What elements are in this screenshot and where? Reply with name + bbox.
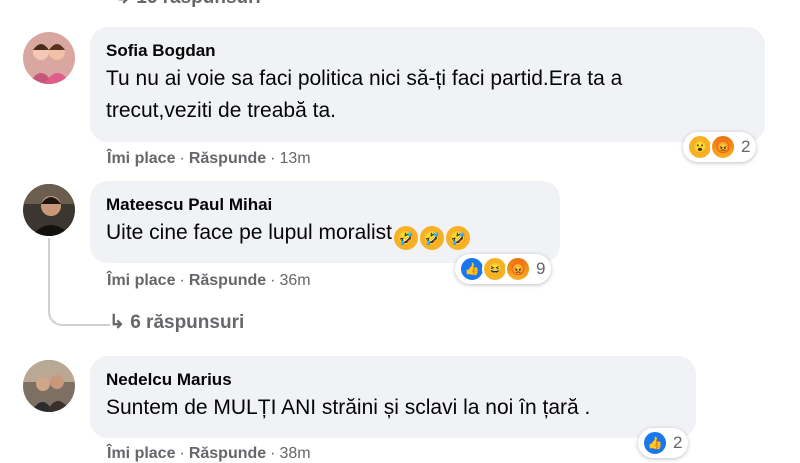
replies-label: 16 răspunsuri	[136, 0, 261, 8]
comment-bubble: Mateescu Paul Mihai Uite cine face pe lu…	[90, 181, 560, 263]
comment-actions: Îmi place · Răspunde · 38m	[107, 445, 311, 462]
reply-link[interactable]: Răspunde	[189, 272, 266, 289]
angry-reaction-icon: 😡	[505, 256, 531, 282]
reaction-summary[interactable]: 👍 2	[638, 428, 689, 458]
like-reaction-icon: 👍	[642, 430, 668, 456]
comment-text: Suntem de MULȚI ANI străini și sclavi la…	[106, 396, 591, 419]
comment-author[interactable]: Nedelcu Marius	[106, 370, 680, 390]
comment-author[interactable]: Sofia Bogdan	[106, 41, 749, 61]
comment-actions: Îmi place · Răspunde · 13m	[107, 150, 311, 167]
reaction-count: 2	[673, 433, 683, 452]
reaction-count: 9	[536, 259, 546, 278]
reply-link[interactable]: Răspunde	[189, 445, 266, 462]
reaction-summary[interactable]: 👍 😆 😡 9	[455, 254, 552, 284]
comment-bubble: Sofia Bogdan Tu nu ai voie sa faci polit…	[90, 27, 765, 142]
rofl-emoji-icon: 🤣	[419, 226, 444, 250]
reply-link[interactable]: Răspunde	[189, 150, 266, 167]
avatar[interactable]	[23, 360, 75, 412]
comment-author[interactable]: Mateescu Paul Mihai	[106, 195, 544, 215]
like-link[interactable]: Îmi place	[107, 150, 175, 167]
reaction-count: 2	[741, 137, 751, 156]
like-link[interactable]: Îmi place	[107, 272, 175, 289]
rofl-emoji-icon: 🤣	[445, 226, 470, 250]
replies-label: 6 răspunsuri	[130, 312, 245, 333]
timestamp[interactable]: 38m	[279, 445, 310, 462]
comment-text: Tu nu ai voie sa faci politica nici să-ț…	[106, 67, 623, 122]
reply-arrow-icon: ↳	[109, 312, 125, 333]
rofl-emoji-icon: 🤣	[393, 226, 418, 250]
avatar[interactable]	[23, 32, 75, 84]
like-link[interactable]: Îmi place	[107, 445, 175, 462]
timestamp[interactable]: 36m	[279, 272, 310, 289]
comment-text: Uite cine face pe lupul moralist 🤣 🤣 🤣	[106, 217, 544, 250]
reply-arrow-icon: ↳	[115, 0, 131, 8]
comment-actions: Îmi place · Răspunde · 36m	[107, 272, 311, 289]
replies-link-partial[interactable]: ↳ 16 răspunsuri	[115, 0, 261, 9]
angry-reaction-icon: 😡	[710, 134, 736, 160]
reaction-summary[interactable]: 😮 😡 2	[683, 132, 757, 162]
timestamp[interactable]: 13m	[279, 150, 310, 167]
view-replies-link[interactable]: ↳ 6 răspunsuri	[109, 311, 244, 334]
comment-bubble: Nedelcu Marius Suntem de MULȚI ANI străi…	[90, 356, 696, 438]
avatar[interactable]	[23, 184, 75, 236]
